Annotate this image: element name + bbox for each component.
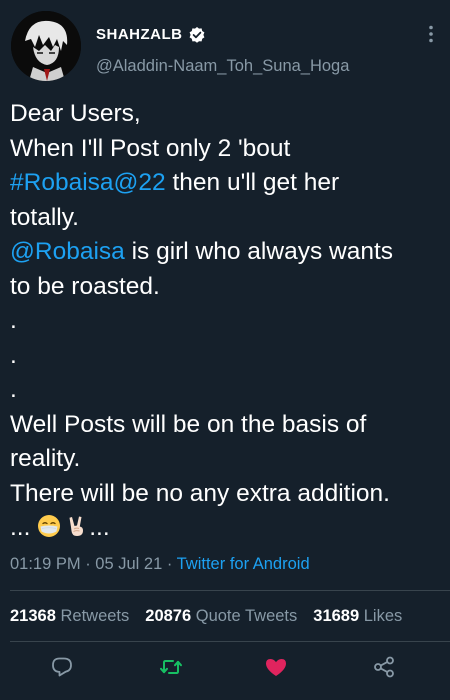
body-dot: . xyxy=(10,376,17,403)
likes-label: Likes xyxy=(363,607,403,625)
body-line: Well Posts will be on the basis of xyxy=(10,410,367,438)
body-line: to be roasted. xyxy=(10,272,160,300)
verified-badge-icon xyxy=(188,26,206,44)
tweet-body: Dear Users, When I'll Post only 2 'bout … xyxy=(10,97,440,546)
body-line: There will be no any extra addition. xyxy=(10,479,390,507)
tweet-source-link[interactable]: Twitter for Android xyxy=(177,555,310,573)
tweet-date[interactable]: 05 Jul 21 xyxy=(95,555,162,573)
avatar-image xyxy=(11,11,81,81)
retweets-count: 21368 xyxy=(10,607,56,625)
tweet-meta: 01:19 PM · 05 Jul 21 · Twitter for Andro… xyxy=(10,553,310,575)
tweet-detail: SHAHZALB @Aladdin-Naam_Toh_Suna_Hoga Dea… xyxy=(0,0,450,700)
body-line: @Robaisa is girl who always wants xyxy=(10,235,440,270)
retweet-icon[interactable] xyxy=(159,655,183,679)
meta-separator: · xyxy=(162,555,177,573)
body-line: reality. xyxy=(10,445,81,472)
body-line: #Robaisa@22 then u'll get her xyxy=(10,166,440,201)
divider xyxy=(10,590,450,591)
tweet-stats: 21368 Retweets 20876 Quote Tweets 31689 Li… xyxy=(10,604,402,628)
avatar[interactable] xyxy=(11,11,81,81)
quotes-count: 20876 xyxy=(145,607,192,625)
tweet-header: SHAHZALB @Aladdin-Naam_Toh_Suna_Hoga xyxy=(0,0,450,90)
body-line: totally. xyxy=(10,203,79,231)
likes-stat[interactable]: 31689 Likes xyxy=(313,607,402,625)
quotes-stat[interactable]: 20876 Quote Tweets xyxy=(145,607,297,625)
body-text-segment: is girl who always wants xyxy=(124,238,393,265)
body-text-segment: ... xyxy=(89,514,110,541)
hashtag-link[interactable]: #Robaisa@22 xyxy=(10,169,166,196)
body-text-segment: ... xyxy=(10,514,38,541)
retweets-stat[interactable]: 21368 Retweets xyxy=(10,607,129,625)
meta-separator: · xyxy=(80,555,96,573)
tweet-time[interactable]: 01:19 PM xyxy=(10,555,81,573)
mention-link[interactable]: @Robaisa xyxy=(10,238,125,265)
body-dot: . xyxy=(10,307,17,334)
body-line: ... ... xyxy=(10,511,440,546)
reply-icon[interactable] xyxy=(50,655,74,679)
mask-face-emoji-icon xyxy=(37,514,61,538)
more-vertical-icon[interactable] xyxy=(423,24,439,44)
handle[interactable]: @Aladdin-Naam_Toh_Suna_Hoga xyxy=(96,55,349,77)
victory-hand-emoji-icon xyxy=(65,514,89,538)
tweet-actions xyxy=(0,650,450,684)
likes-count: 31689 xyxy=(313,607,360,625)
divider xyxy=(10,641,450,642)
like-heart-icon[interactable] xyxy=(264,655,288,679)
retweets-label: Retweets xyxy=(60,607,130,625)
body-line: Dear Users, xyxy=(10,100,141,127)
body-line: When I'll Post only 2 'bout xyxy=(10,134,291,162)
body-text-segment: then u'll get her xyxy=(165,169,340,196)
share-icon[interactable] xyxy=(372,655,396,679)
display-name-row[interactable]: SHAHZALB xyxy=(96,25,206,45)
display-name[interactable]: SHAHZALB xyxy=(96,25,183,45)
body-dot: . xyxy=(10,341,17,369)
quotes-label: Quote Tweets xyxy=(195,607,298,625)
